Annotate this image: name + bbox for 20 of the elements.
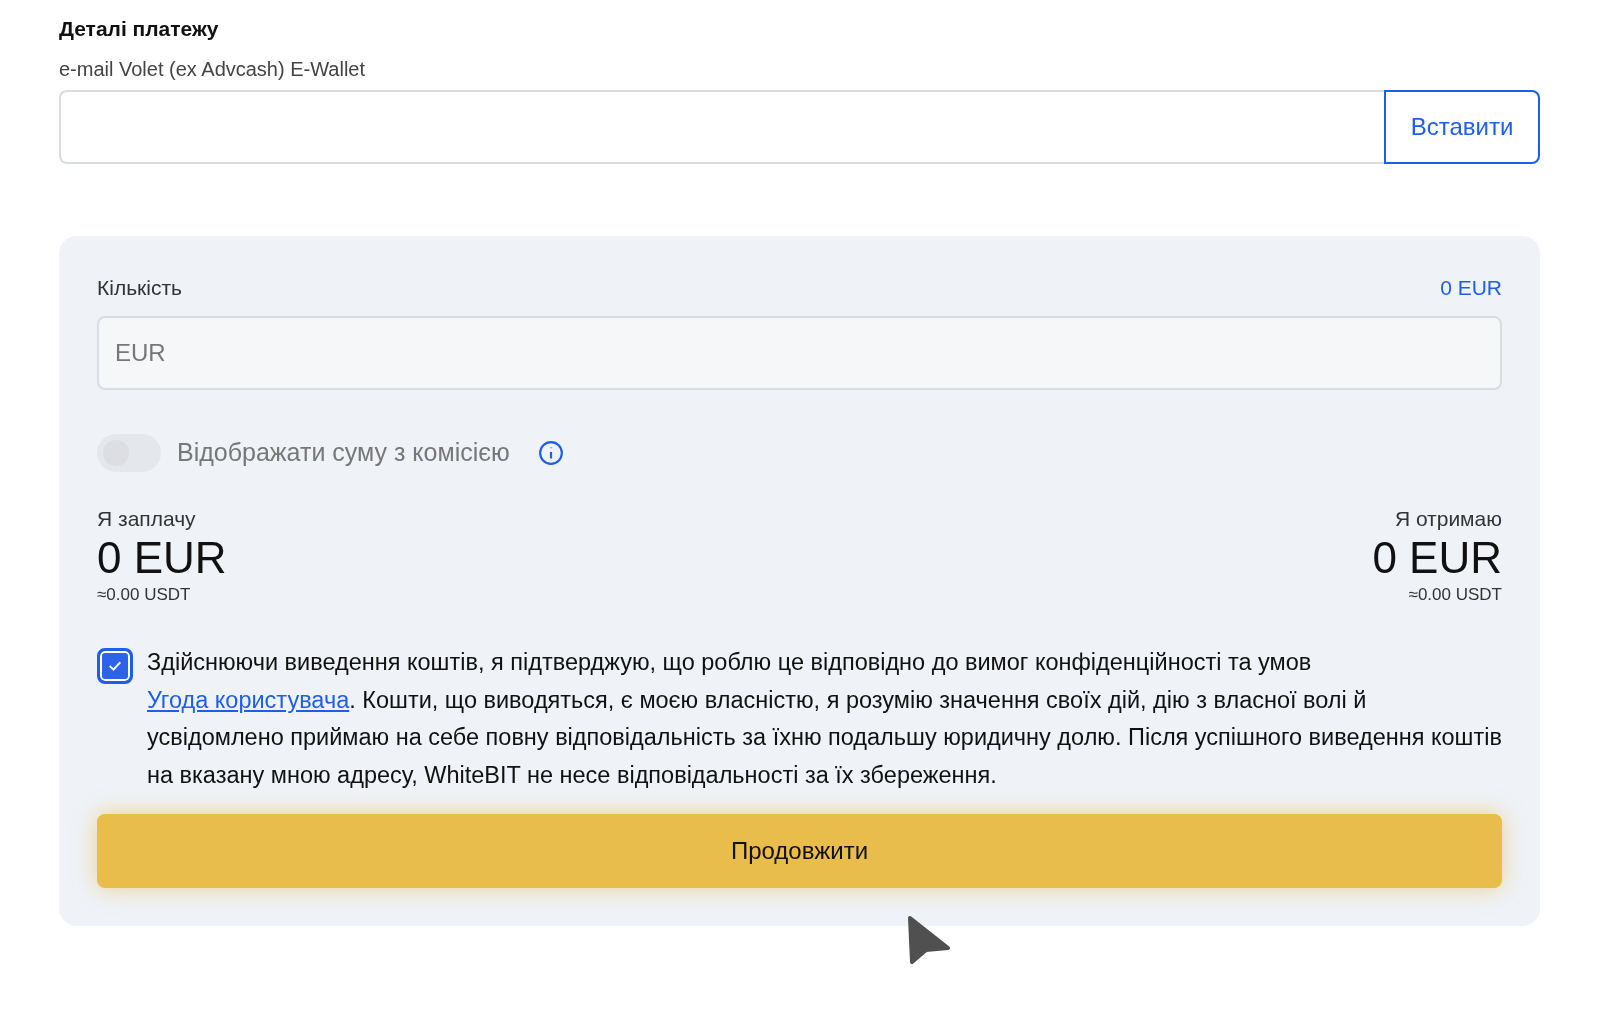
- continue-button[interactable]: Продовжити: [97, 814, 1502, 888]
- mouse-pointer-icon: [906, 914, 952, 964]
- summary-label: Я заплачу: [97, 506, 196, 532]
- fee-toggle-label: Відображати суму з комісією: [177, 437, 510, 469]
- paste-button[interactable]: Вставити: [1384, 90, 1540, 164]
- wallet-input-field[interactable]: [59, 90, 1384, 164]
- balance-amount[interactable]: 0 EUR: [1440, 274, 1502, 302]
- consent-checkbox[interactable]: [97, 648, 133, 684]
- summary-amount: 0 EUR: [97, 532, 227, 584]
- summary-approx: ≈0.00 USDT: [97, 584, 191, 606]
- user-agreement-link[interactable]: Угода користувача: [147, 686, 350, 713]
- summary-amount: 0 EUR: [1372, 532, 1502, 584]
- amount-input-field[interactable]: EUR: [97, 316, 1502, 390]
- amount-label: Кількість: [97, 275, 182, 301]
- summary-approx: ≈0.00 USDT: [1408, 584, 1502, 606]
- field-label: e-mail Volet (ex Advcash) E-Wallet: [59, 57, 367, 82]
- summary-label: Я отримаю: [1394, 506, 1502, 532]
- section-title: Деталі платежу: [59, 16, 220, 42]
- consent-text: Здійснюючи виведення коштів, я підтверджую, що роблю це відповідно до вимог конфіденційності та умов Угода користувача. Кошти, що виводяться, є моєю власністю, я розумію значення своїх дій, дію з власної волі й усвідомлено приймаю на себе повну відповідальність за їхню подальшу юридичну долю. Після успішного виведення коштів на вказану мною адресу, WhiteBIT не несе відповідальності за їх збереження.: [147, 648, 1502, 790]
- info-icon[interactable]: [537, 440, 564, 466]
